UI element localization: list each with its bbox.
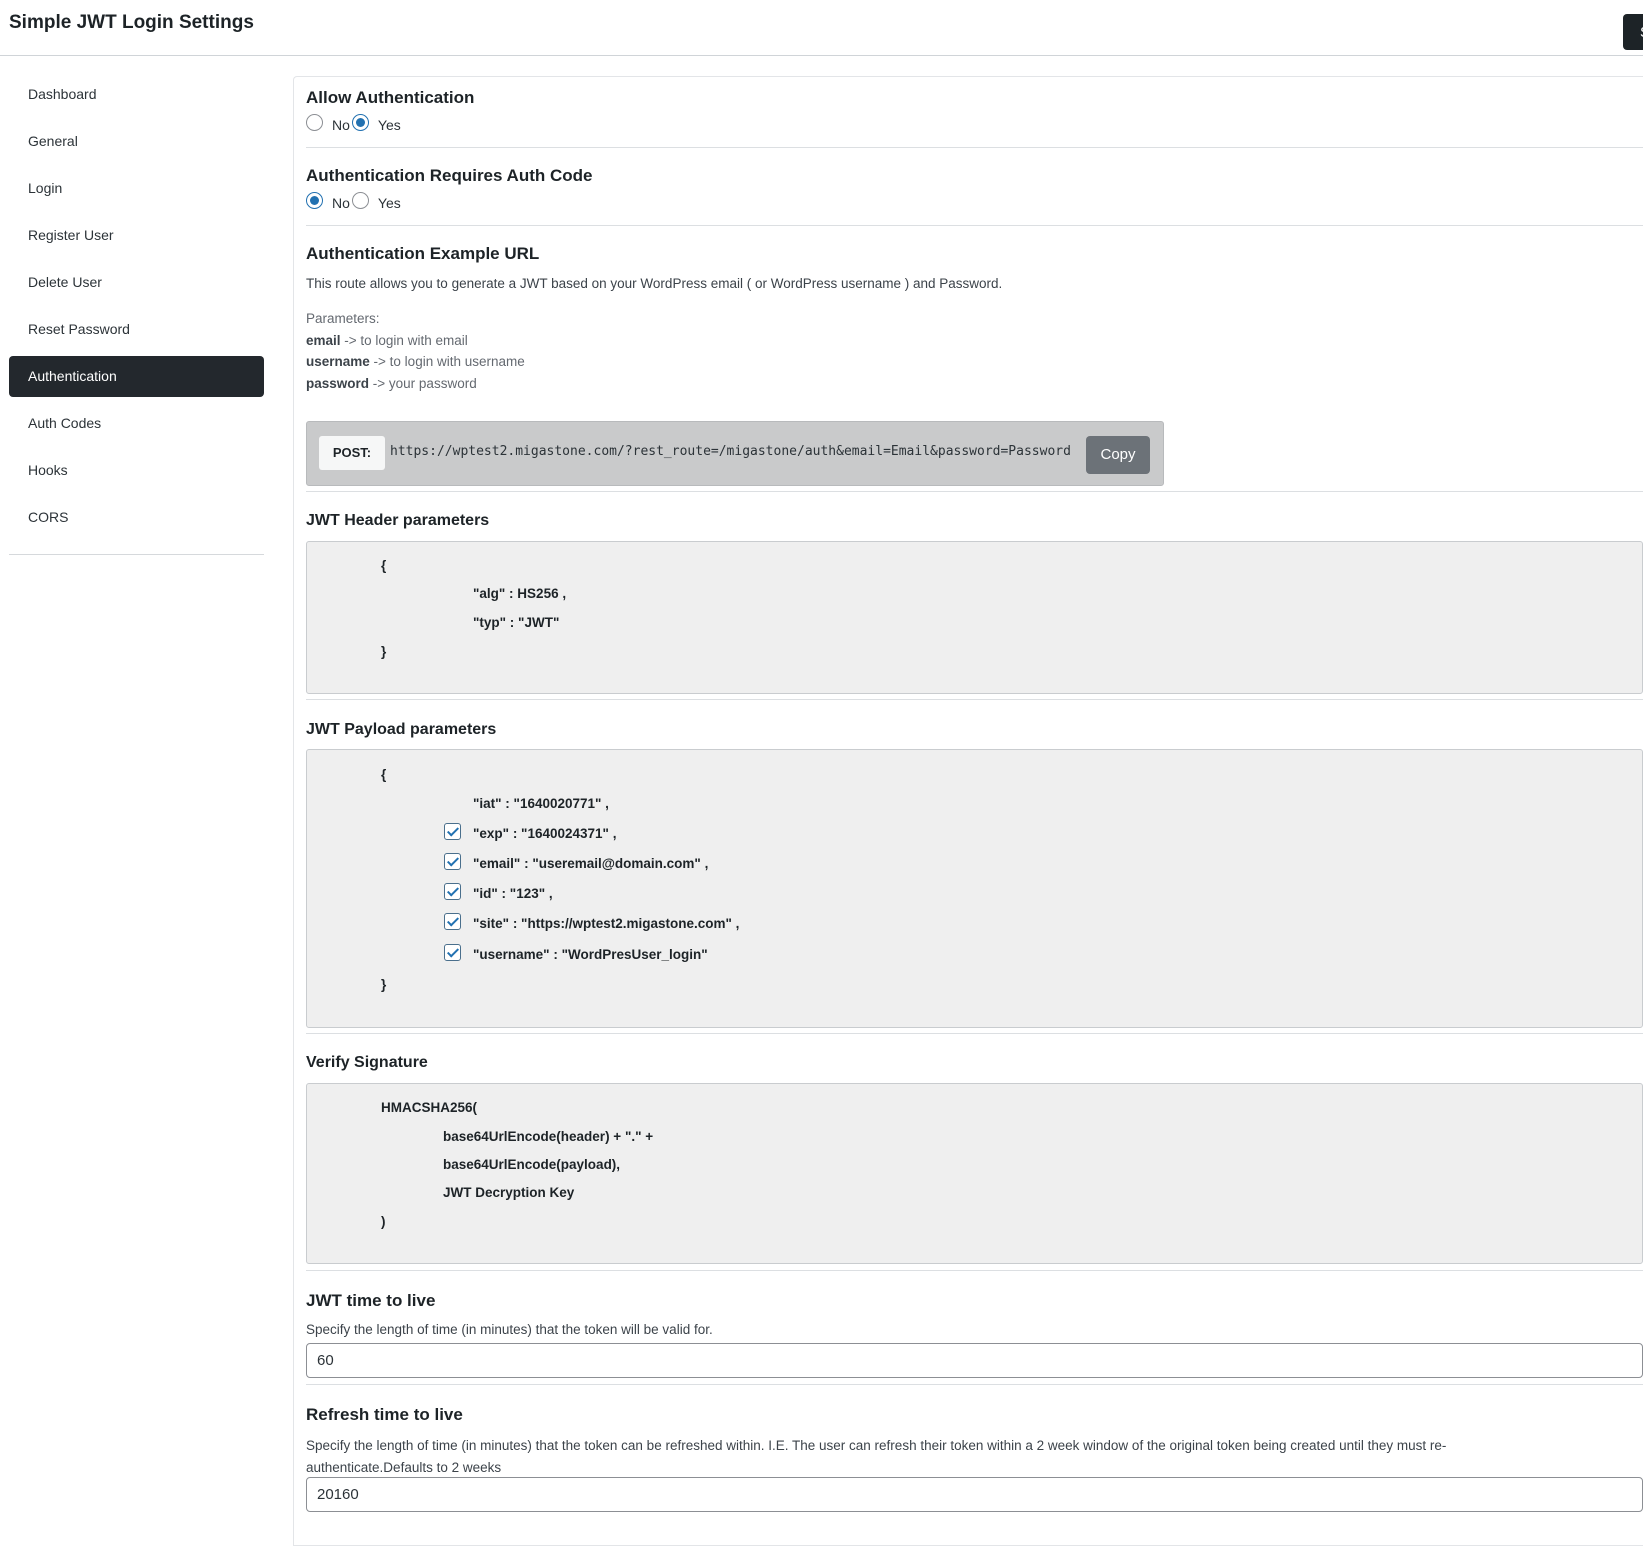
payload-param-iat: "iat" : "1640020771" , bbox=[473, 796, 609, 811]
header-param-typ: "typ" : "JWT" bbox=[473, 615, 560, 630]
sidebar-item-dashboard[interactable]: Dashboard bbox=[9, 74, 264, 115]
param-desc: -> your password bbox=[369, 375, 477, 391]
section-title: JWT Payload parameters bbox=[306, 721, 497, 738]
allow-authentication-section: Allow Authentication No Yes bbox=[306, 88, 1643, 133]
divider bbox=[306, 147, 1643, 148]
sidebar-item-register-user[interactable]: Register User bbox=[9, 215, 264, 256]
payload-site-checkbox[interactable] bbox=[444, 913, 461, 930]
requires-code-radio-group: No Yes bbox=[306, 192, 1643, 211]
sidebar-item-login[interactable]: Login bbox=[9, 168, 264, 209]
divider bbox=[306, 699, 1643, 700]
header-param-alg: "alg" : HS256 , bbox=[473, 586, 567, 601]
section-description: Specify the length of time (in minutes) … bbox=[306, 1438, 1447, 1475]
param-row: password -> your password bbox=[306, 373, 1643, 395]
divider bbox=[306, 225, 1643, 226]
param-desc: -> to login with username bbox=[369, 354, 525, 369]
verify-signature-code-box: HMACSHA256( base64UrlEncode(header) + ".… bbox=[306, 1083, 1643, 1264]
sidebar-nav: Dashboard General Login Register User De… bbox=[9, 74, 264, 555]
param-row: username -> to login with username bbox=[306, 351, 1643, 373]
jwt-ttl-input[interactable]: 60 bbox=[306, 1343, 1643, 1378]
http-method-badge: POST: bbox=[319, 436, 385, 470]
requires-code-yes-radio[interactable] bbox=[351, 192, 369, 209]
copy-url-button[interactable]: Copy bbox=[1086, 436, 1150, 474]
page-title: Simple JWT Login Settings bbox=[9, 12, 254, 33]
payload-param-email: "email" : "useremail@domain.com" , bbox=[473, 856, 709, 871]
top-bar: Simple JWT Login Settings S bbox=[0, 0, 1643, 56]
example-url-box: POST: https://wptest2.migastone.com/?res… bbox=[306, 421, 1164, 486]
requires-auth-code-section: Authentication Requires Auth Code No Yes bbox=[306, 166, 1643, 211]
allow-auth-no-radio[interactable] bbox=[306, 114, 323, 131]
jwt-header-code-box: { "alg" : HS256 , "typ" : "JWT" } bbox=[306, 541, 1643, 694]
jwt-payload-section: JWT Payload parameters bbox=[306, 721, 1643, 739]
payload-param-username: "username" : "WordPresUser_login" bbox=[473, 947, 708, 962]
jwt-payload-code-box: { "iat" : "1640020771" , "exp" : "164002… bbox=[306, 749, 1643, 1028]
section-title: Refresh time to live bbox=[306, 1405, 463, 1424]
payload-email-checkbox[interactable] bbox=[444, 853, 461, 870]
payload-exp-checkbox[interactable] bbox=[444, 823, 461, 840]
radio-label: Yes bbox=[377, 116, 401, 133]
brace-close: } bbox=[381, 977, 387, 992]
section-title: Authentication Example URL bbox=[306, 244, 540, 263]
divider bbox=[306, 491, 1643, 492]
signature-line: HMACSHA256( bbox=[381, 1100, 478, 1115]
payload-param-site: "site" : "https://wptest2.migastone.com"… bbox=[473, 916, 740, 931]
signature-line: JWT Decryption Key bbox=[443, 1185, 575, 1200]
payload-username-checkbox[interactable] bbox=[444, 944, 461, 961]
sidebar-item-delete-user[interactable]: Delete User bbox=[9, 262, 264, 303]
refresh-ttl-input[interactable]: 20160 bbox=[306, 1477, 1643, 1512]
signature-line: base64UrlEncode(payload), bbox=[443, 1157, 621, 1172]
allow-auth-radio-group: No Yes bbox=[306, 114, 1643, 133]
divider bbox=[306, 1270, 1643, 1271]
example-url-text: https://wptest2.migastone.com/?rest_rout… bbox=[390, 444, 1071, 459]
save-settings-button[interactable]: S bbox=[1623, 14, 1643, 50]
example-url-section: Authentication Example URL This route al… bbox=[306, 244, 1643, 394]
section-title: JWT Header parameters bbox=[306, 512, 490, 529]
divider bbox=[306, 1384, 1643, 1385]
sidebar-item-auth-codes[interactable]: Auth Codes bbox=[9, 403, 264, 444]
param-name: password bbox=[306, 375, 370, 391]
requires-code-no-radio[interactable] bbox=[306, 192, 323, 209]
param-name: username bbox=[306, 354, 370, 369]
signature-line: ) bbox=[381, 1214, 386, 1229]
divider bbox=[306, 1033, 1643, 1034]
refresh-ttl-section: Refresh time to live Specify the length … bbox=[306, 1405, 1643, 1479]
verify-signature-section: Verify Signature bbox=[306, 1054, 1643, 1072]
param-row: email -> to login with email bbox=[306, 330, 1643, 352]
sidebar-item-hooks[interactable]: Hooks bbox=[9, 450, 264, 491]
sidebar-item-general[interactable]: General bbox=[9, 121, 264, 162]
sidebar-item-cors[interactable]: CORS bbox=[9, 497, 264, 538]
payload-id-checkbox[interactable] bbox=[444, 883, 461, 900]
section-title: Authentication Requires Auth Code bbox=[306, 166, 593, 185]
brace-close: } bbox=[381, 644, 387, 659]
section-description: This route allows you to generate a JWT … bbox=[306, 276, 1003, 291]
section-description: Specify the length of time (in minutes) … bbox=[306, 1322, 713, 1337]
parameters-label: Parameters: bbox=[306, 311, 380, 326]
signature-line: base64UrlEncode(header) + "." + bbox=[443, 1129, 654, 1144]
payload-param-id: "id" : "123" , bbox=[473, 886, 553, 901]
section-title: JWT time to live bbox=[306, 1291, 436, 1310]
section-title: Allow Authentication bbox=[306, 88, 475, 107]
radio-label: Yes bbox=[377, 194, 401, 211]
param-desc: -> to login with email bbox=[340, 332, 468, 348]
payload-param-exp: "exp" : "1640024371" , bbox=[473, 826, 617, 841]
section-title: Verify Signature bbox=[306, 1054, 428, 1071]
allow-auth-yes-radio[interactable] bbox=[351, 114, 369, 131]
brace-open: { bbox=[381, 767, 387, 782]
radio-label: No bbox=[332, 194, 350, 211]
jwt-header-section: JWT Header parameters bbox=[306, 512, 1643, 530]
radio-label: No bbox=[332, 116, 350, 133]
parameters-list: Parameters: email -> to login with email… bbox=[306, 308, 1643, 394]
param-name: email bbox=[306, 332, 341, 348]
sidebar-item-authentication[interactable]: Authentication bbox=[9, 356, 264, 397]
brace-open: { bbox=[381, 558, 387, 573]
jwt-ttl-section: JWT time to live Specify the length of t… bbox=[306, 1291, 1643, 1337]
sidebar-item-reset-password[interactable]: Reset Password bbox=[9, 309, 264, 350]
